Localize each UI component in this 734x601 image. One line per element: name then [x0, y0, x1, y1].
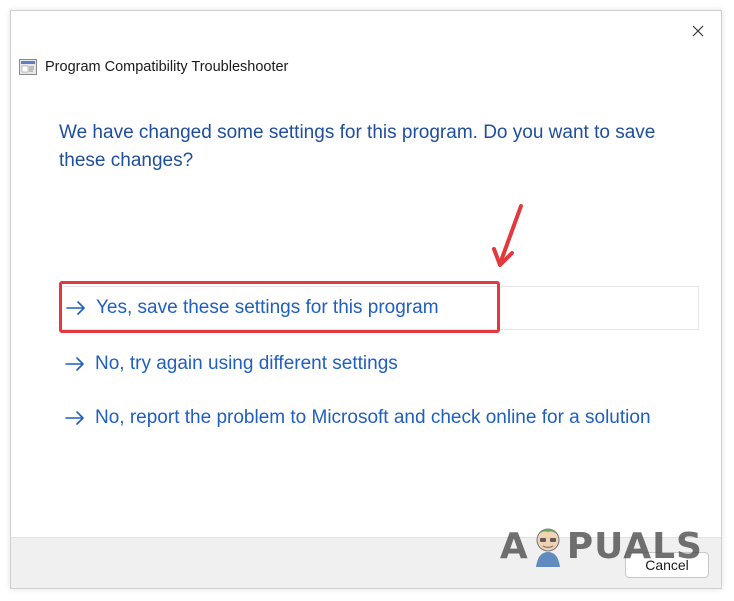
- watermark-text-right: PUALS: [566, 525, 703, 567]
- appuals-watermark: A PUALS: [500, 524, 703, 568]
- option-report-problem[interactable]: No, report the problem to Microsoft and …: [59, 396, 699, 440]
- arrow-right-icon: [59, 357, 95, 371]
- red-pointer-arrow-icon: [492, 204, 523, 267]
- close-button[interactable]: [683, 17, 713, 45]
- page-heading: We have changed some settings for this p…: [59, 122, 656, 171]
- appuals-mascot-icon: [535, 528, 560, 567]
- option-label: No, try again using different settings: [95, 353, 398, 374]
- watermark-text-left: A: [499, 525, 529, 567]
- option-label: No, report the problem to Microsoft and …: [95, 407, 651, 428]
- annotation-highlight-box: [59, 281, 500, 333]
- close-icon: [692, 25, 704, 37]
- title-bar: Program Compatibility Troubleshooter: [19, 59, 288, 75]
- window-title: Program Compatibility Troubleshooter: [45, 59, 289, 75]
- troubleshooter-app-icon: [19, 59, 37, 75]
- arrow-right-icon: [59, 411, 95, 425]
- option-try-again[interactable]: No, try again using different settings: [59, 342, 699, 386]
- troubleshooter-window: Program Compatibility Troubleshooter We …: [10, 10, 722, 589]
